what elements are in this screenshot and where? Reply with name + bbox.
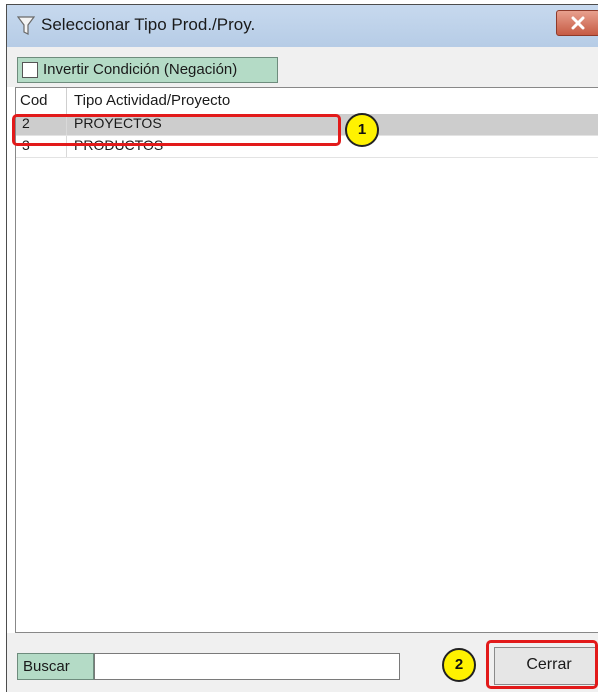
filter-icon: [17, 16, 35, 35]
highlight-box-cerrar: [486, 640, 598, 689]
window-title: Seleccionar Tipo Prod./Proy.: [41, 15, 256, 34]
title-bar[interactable]: Seleccionar Tipo Prod./Proy.: [7, 5, 598, 47]
grid-header: Cod Tipo Actividad/Proyecto: [16, 88, 598, 115]
column-header-cod[interactable]: Cod: [20, 92, 48, 109]
column-header-tipo[interactable]: Tipo Actividad/Proyecto: [74, 92, 230, 109]
toolbar: Invertir Condición (Negación): [7, 47, 598, 87]
dialog-window: Seleccionar Tipo Prod./Proy. Invertir Co…: [6, 4, 598, 692]
invert-condition-label: Invertir Condición (Negación): [43, 61, 238, 78]
type-list-grid[interactable]: Cod Tipo Actividad/Proyecto 2 PROYECTOS …: [15, 87, 598, 633]
search-input[interactable]: [94, 653, 400, 680]
invert-checkbox[interactable]: [22, 62, 38, 78]
callout-badge-1: 1: [345, 113, 379, 147]
invert-condition-toggle[interactable]: Invertir Condición (Negación): [17, 57, 278, 83]
callout-badge-2: 2: [442, 648, 476, 682]
close-icon: [571, 16, 585, 30]
close-window-button[interactable]: [556, 10, 598, 36]
search-label: Buscar: [17, 653, 94, 680]
highlight-box-row: [12, 114, 341, 146]
